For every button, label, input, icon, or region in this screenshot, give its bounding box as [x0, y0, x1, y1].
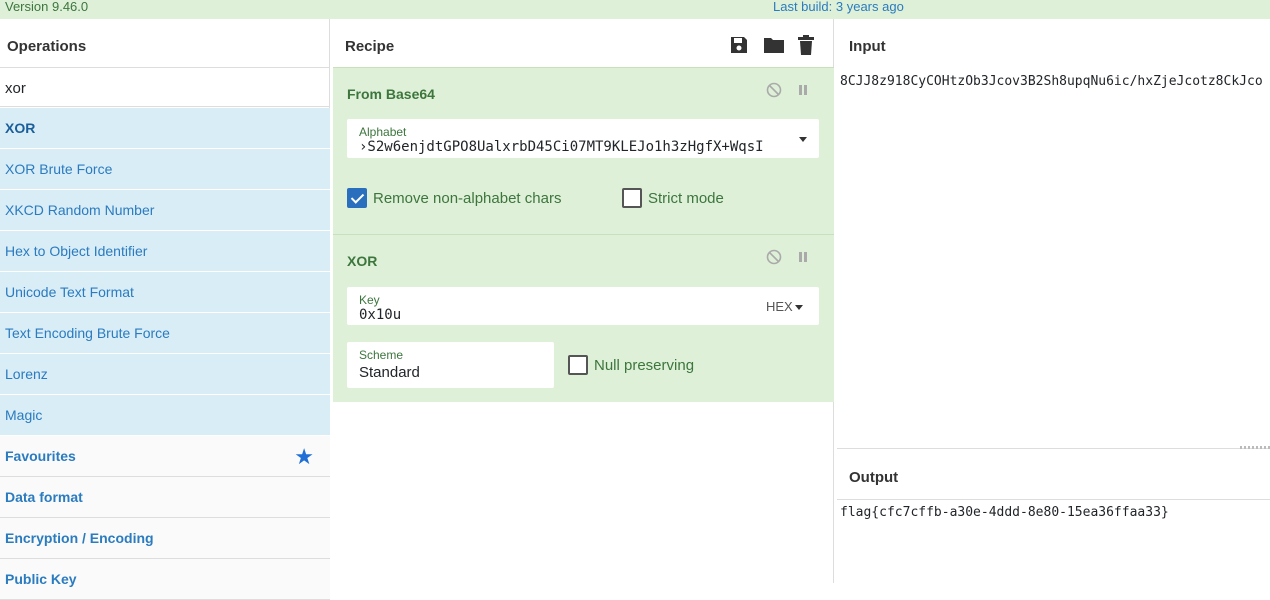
scheme-select[interactable]: Scheme Standard — [347, 342, 554, 388]
recipe-op-from-base64: From Base64 Alphabet ›S2w6enjdtGPO8Ualxr… — [333, 67, 834, 234]
op-result-unicode-text-format[interactable]: Unicode Text Format — [0, 272, 330, 313]
operations-title: Operations — [7, 38, 87, 55]
op-result-xor-brute-force[interactable]: XOR Brute Force — [0, 149, 330, 190]
pause-icon[interactable] — [796, 249, 810, 270]
alphabet-field[interactable]: Alphabet ›S2w6enjdtGPO8UalxrbD45Ci07MT9K… — [347, 119, 819, 158]
output-textarea[interactable]: flag{cfc7cffb-a30e-4ddd-8e80-15ea36ffaa3… — [840, 505, 1169, 520]
category-data-format[interactable]: Data format — [0, 477, 330, 518]
op-result-label: XKCD Random Number — [5, 202, 155, 218]
output-title: Output — [849, 469, 899, 486]
disable-icon[interactable] — [766, 249, 782, 270]
op-result-xor[interactable]: XOR — [0, 108, 330, 149]
scheme-value: Standard — [359, 364, 420, 381]
disable-icon[interactable] — [766, 82, 782, 103]
op-result-lorenz[interactable]: Lorenz — [0, 354, 330, 395]
op-result-label: XOR Brute Force — [5, 161, 113, 177]
checkbox-label: Strict mode — [648, 189, 724, 207]
op-title: From Base64 — [347, 86, 435, 102]
checkbox-label: Remove non-alphabet chars — [373, 189, 562, 207]
op-result-label: XOR — [5, 120, 36, 136]
operations-list: XOR XOR Brute Force XKCD Random Number H… — [0, 108, 330, 600]
strict-mode-checkbox[interactable]: Strict mode — [622, 188, 724, 208]
alphabet-label: Alphabet — [359, 125, 407, 139]
resize-handle[interactable] — [1240, 446, 1270, 449]
version-banner: Version 9.46.0 Last build: 3 years ago — [0, 0, 1270, 19]
recipe-toolbar — [729, 35, 817, 55]
op-result-magic[interactable]: Magic — [0, 395, 330, 436]
input-pane: Input 8CJJ8z918CyCOHtzOb3Jcov3B2Sh8upqNu… — [837, 19, 1270, 449]
checkbox-icon[interactable] — [622, 188, 642, 208]
folder-icon[interactable] — [763, 35, 784, 55]
recipe-title: Recipe — [345, 38, 395, 55]
op-result-text-encoding-brute-force[interactable]: Text Encoding Brute Force — [0, 313, 330, 354]
scheme-label: Scheme — [359, 348, 404, 362]
trash-icon[interactable] — [797, 35, 817, 55]
recipe-pane: Recipe From Base64 Alphabet ›S2w6enjdtGP… — [333, 19, 834, 583]
key-label: Key — [359, 293, 380, 307]
category-label: Data format — [5, 489, 83, 505]
category-label: Public Key — [5, 571, 77, 587]
op-title: XOR — [347, 253, 378, 269]
key-format-dropdown[interactable]: HEX — [766, 299, 793, 314]
op-result-label: Text Encoding Brute Force — [5, 325, 170, 341]
null-preserving-checkbox[interactable]: Null preserving — [568, 355, 694, 375]
op-result-label: Magic — [5, 407, 43, 423]
op-result-xkcd-random-number[interactable]: XKCD Random Number — [0, 190, 330, 231]
checkbox-checked-icon[interactable] — [347, 188, 367, 208]
recipe-op-xor: XOR Key 0x10u HEX Scheme Standard Null p… — [333, 234, 834, 402]
save-icon[interactable] — [729, 35, 749, 55]
category-label: Favourites — [5, 448, 76, 464]
last-build-link[interactable]: Last build: 3 years ago — [773, 0, 904, 13]
operations-search-input[interactable]: xor — [0, 67, 330, 107]
category-public-key[interactable]: Public Key — [0, 559, 330, 600]
chevron-down-icon[interactable] — [795, 305, 803, 310]
op-result-hex-to-object-identifier[interactable]: Hex to Object Identifier — [0, 231, 330, 272]
key-field[interactable]: Key 0x10u HEX — [347, 287, 819, 325]
pause-icon[interactable] — [796, 82, 810, 103]
op-controls — [766, 82, 810, 103]
op-result-label: Lorenz — [5, 366, 48, 382]
input-textarea[interactable]: 8CJJ8z918CyCOHtzOb3Jcov3B2Sh8upqNu6ic/hx… — [840, 74, 1263, 89]
chevron-down-icon[interactable] — [799, 137, 807, 142]
output-divider — [837, 499, 1270, 500]
operations-pane: Operations xor XOR XOR Brute Force XKCD … — [0, 19, 330, 600]
category-label: Encryption / Encoding — [5, 530, 154, 546]
op-result-label: Hex to Object Identifier — [5, 243, 148, 259]
category-encryption-encoding[interactable]: Encryption / Encoding — [0, 518, 330, 559]
star-icon: ★ — [294, 444, 314, 469]
key-value: 0x10u — [359, 307, 402, 323]
version-text: Version 9.46.0 — [5, 0, 89, 14]
remove-non-alphabet-checkbox[interactable]: Remove non-alphabet chars — [347, 188, 561, 208]
input-title: Input — [849, 38, 886, 55]
op-result-label: Unicode Text Format — [5, 284, 134, 300]
output-pane: Output flag{cfc7cffb-a30e-4ddd-8e80-15ea… — [837, 450, 1270, 583]
op-controls — [766, 249, 810, 270]
checkbox-label: Null preserving — [594, 356, 695, 374]
alphabet-value: ›S2w6enjdtGPO8UalxrbD45Ci07MT9KLEJo1h3zH… — [359, 139, 764, 155]
checkbox-icon[interactable] — [568, 355, 588, 375]
category-favourites[interactable]: Favourites ★ — [0, 436, 330, 477]
